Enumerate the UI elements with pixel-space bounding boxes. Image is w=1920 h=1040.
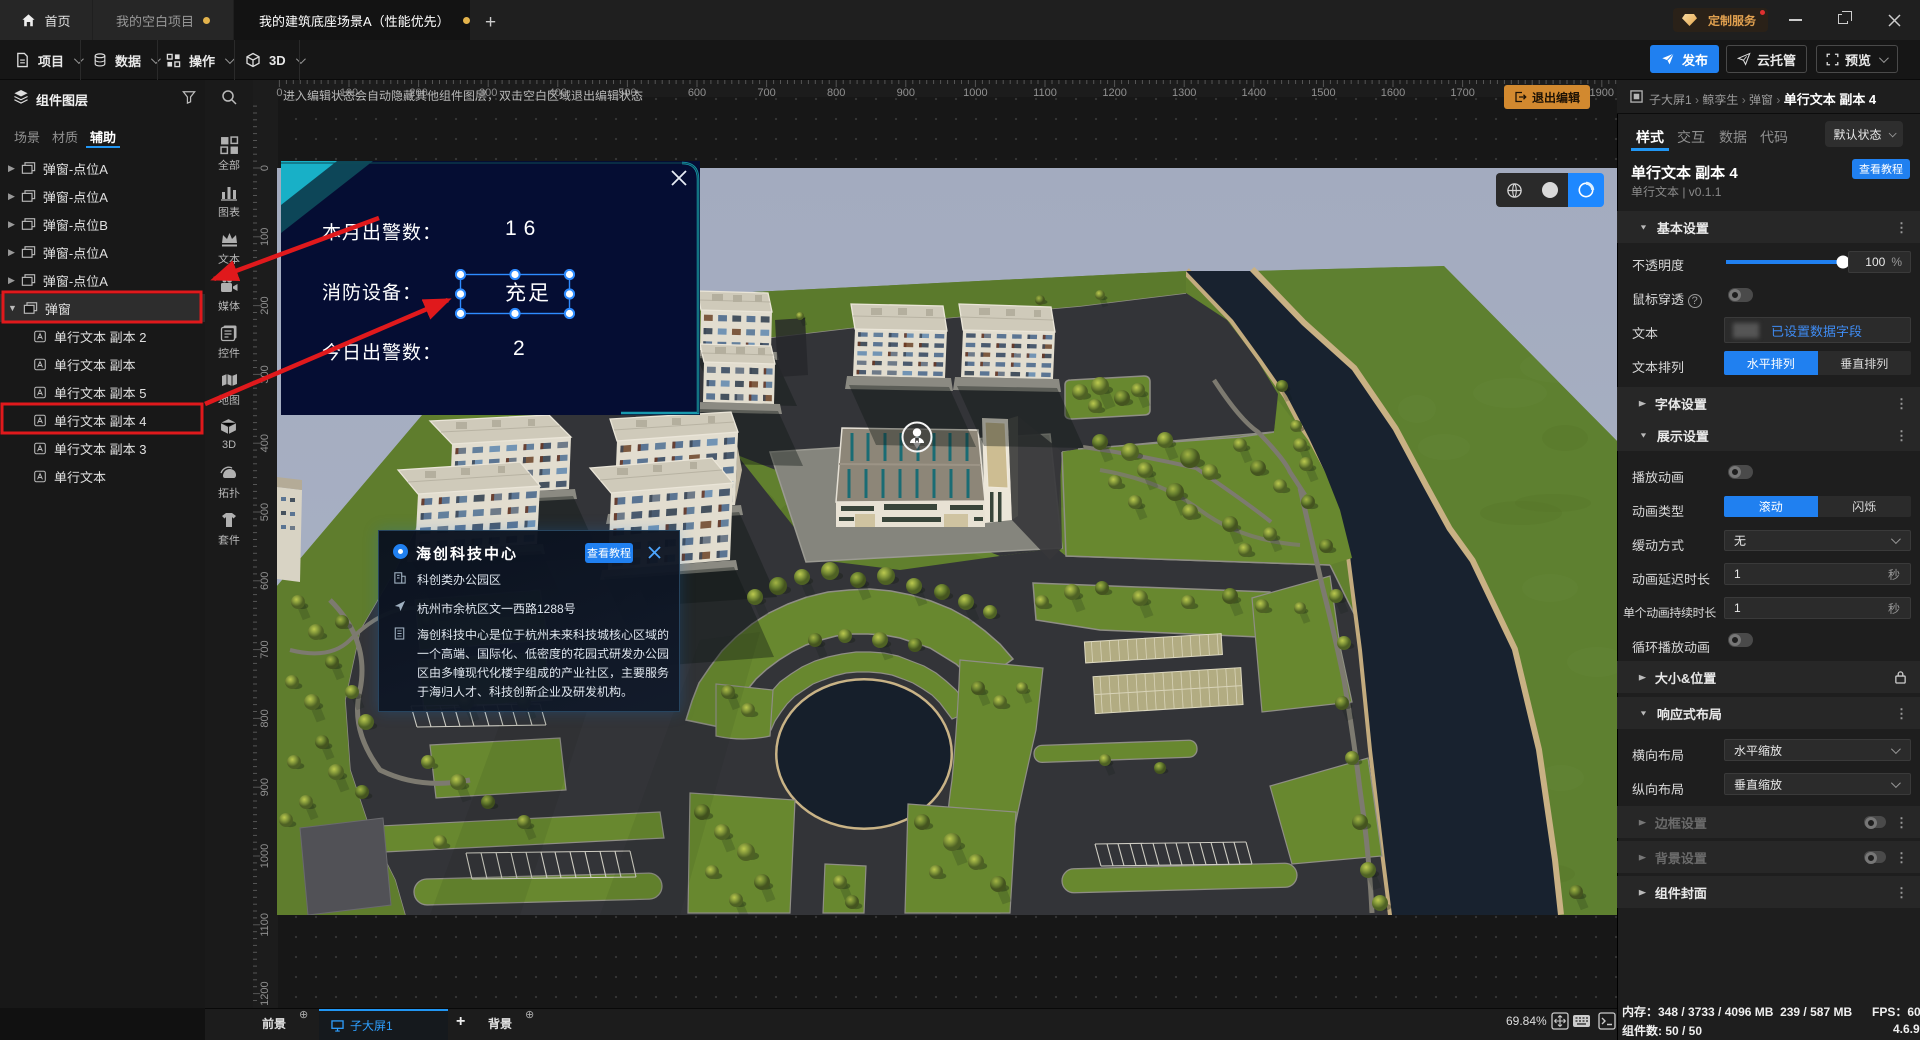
svg-text:1200: 1200 (1102, 87, 1126, 99)
svg-text:600: 600 (688, 87, 706, 99)
svg-text:1300: 1300 (1172, 87, 1196, 99)
svg-text:600: 600 (259, 572, 271, 590)
svg-text:1600: 1600 (1381, 87, 1405, 99)
svg-text:0: 0 (259, 165, 271, 171)
svg-text:1900: 1900 (1590, 87, 1614, 99)
svg-text:1000: 1000 (963, 87, 987, 99)
svg-text:900: 900 (259, 778, 271, 796)
svg-text:1200: 1200 (259, 981, 271, 1005)
svg-text:200: 200 (259, 296, 271, 314)
svg-text:900: 900 (897, 87, 915, 99)
svg-text:1000: 1000 (259, 844, 271, 868)
svg-text:1500: 1500 (1311, 87, 1335, 99)
svg-text:300: 300 (259, 365, 271, 383)
svg-text:1100: 1100 (1033, 87, 1057, 99)
svg-text:1400: 1400 (1242, 87, 1266, 99)
svg-text:800: 800 (827, 87, 845, 99)
svg-text:700: 700 (757, 87, 775, 99)
svg-text:800: 800 (259, 709, 271, 727)
svg-text:400: 400 (259, 434, 271, 452)
svg-text:700: 700 (259, 640, 271, 658)
svg-text:1100: 1100 (259, 913, 271, 937)
svg-text:100: 100 (259, 228, 271, 246)
svg-text:1700: 1700 (1450, 87, 1474, 99)
svg-text:500: 500 (259, 503, 271, 521)
